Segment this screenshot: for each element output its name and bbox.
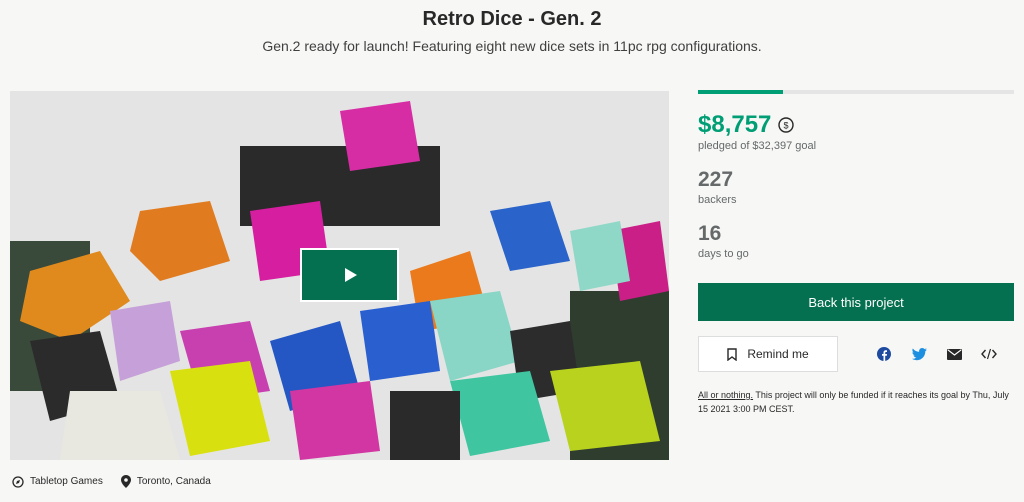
location-pin-icon [120,475,131,488]
project-title: Retro Dice - Gen. 2 [422,8,602,30]
backers-label: backers [698,194,737,206]
secondary-actions: Remind me [698,336,1014,372]
twitter-share-button[interactable] [909,344,929,364]
remind-me-button[interactable]: Remind me [698,336,838,372]
funding-progress-fill [698,90,784,94]
bookmark-icon [727,347,738,361]
play-button[interactable] [300,248,399,302]
back-this-project-button[interactable]: Back this project [698,283,1014,321]
play-icon [345,268,357,282]
project-video[interactable] [10,91,669,460]
currency-conversion-icon[interactable]: $ [777,116,795,134]
envelope-icon [946,348,962,360]
backers-count: 227 [698,168,734,191]
location-label: Toronto, Canada [136,476,211,487]
facebook-share-button[interactable] [874,344,894,364]
remind-me-label: Remind me [747,347,809,361]
project-blurb: Gen.2 ready for launch! Featuring eight … [262,38,762,54]
embed-button[interactable] [979,344,999,364]
embed-code-icon [981,348,997,360]
category-link[interactable]: Tabletop Games [12,475,103,488]
location-link[interactable]: Toronto, Canada [120,475,211,488]
funding-fine-print: All or nothing. This project will only b… [698,388,1014,416]
category-label: Tabletop Games [30,476,103,487]
facebook-icon [877,347,891,361]
share-buttons [874,344,1014,364]
all-or-nothing-link[interactable]: All or nothing. [698,390,753,400]
email-share-button[interactable] [944,344,964,364]
pledged-row: $8,757 $ [698,111,1014,139]
project-meta: Tabletop Games Toronto, Canada [12,475,229,488]
funding-panel: $8,757 $ pledged of $32,397 goal 227 bac… [698,90,1014,416]
pledged-amount: $8,757 [698,111,772,138]
funding-progress-bar [698,90,1014,94]
days-to-go-label: days to go [698,248,749,260]
compass-icon [12,475,24,488]
svg-text:$: $ [784,121,789,131]
pledged-goal-text: pledged of $32,397 goal [698,140,817,152]
twitter-icon [911,347,927,360]
days-to-go-count: 16 [698,222,722,245]
